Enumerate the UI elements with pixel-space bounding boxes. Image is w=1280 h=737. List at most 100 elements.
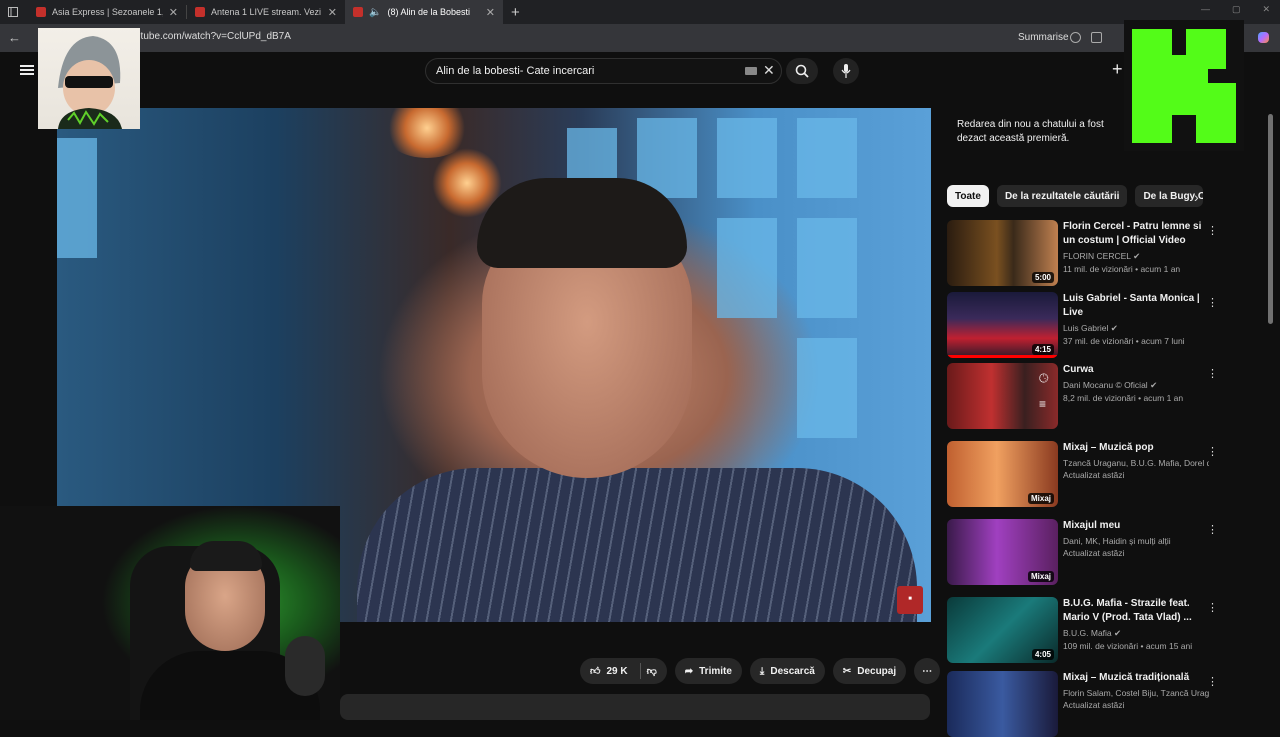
channel-name[interactable]: Tzancă Uraganu, B.U.G. Mafia, Dorel de l… bbox=[1063, 458, 1209, 468]
channel-name[interactable]: Luis Gabriel bbox=[1063, 323, 1108, 333]
view-info: 109 mil. de vizionări • acum 15 ani bbox=[1063, 641, 1193, 651]
view-info: Actualizat astăzi bbox=[1063, 548, 1125, 558]
page-scrollbar[interactable] bbox=[1268, 114, 1273, 324]
video-thumbnail[interactable]: 4:05 bbox=[947, 597, 1058, 663]
speaker-icon[interactable]: 🔈 bbox=[369, 7, 381, 18]
mix-thumbnail[interactable]: Mixaj bbox=[947, 519, 1058, 585]
more-actions-button[interactable]: ⋯ bbox=[914, 658, 941, 684]
verified-icon: ✔︎ bbox=[1114, 628, 1122, 638]
view-info: 8,2 mil. de vizionări • acum 1 an bbox=[1063, 393, 1184, 403]
more-vertical-icon[interactable]: ⋮ bbox=[1207, 296, 1218, 309]
more-vertical-icon[interactable]: ⋮ bbox=[1207, 445, 1218, 458]
video-title[interactable]: Curwa bbox=[1063, 363, 1209, 377]
voice-search-button[interactable] bbox=[833, 58, 859, 84]
video-subject-hair bbox=[477, 178, 687, 268]
description-box[interactable] bbox=[340, 694, 930, 720]
video-thumbnail[interactable]: 5:00 bbox=[947, 220, 1058, 286]
list-item[interactable]: 4:05 B.U.G. Mafia - Strazile feat. Mario… bbox=[947, 597, 1222, 663]
background-window bbox=[717, 118, 777, 198]
video-title[interactable]: Luis Gabriel - Santa Monica | Live bbox=[1063, 292, 1209, 320]
back-arrow-icon[interactable]: ← bbox=[8, 30, 21, 45]
youtube-favicon-icon bbox=[36, 7, 46, 17]
mix-badge: Mixaj bbox=[1027, 493, 1054, 504]
video-title[interactable]: Florin Cercel - Patru lemne si un costum… bbox=[1063, 220, 1209, 248]
watch-progress-bar bbox=[947, 355, 1058, 358]
search-button[interactable] bbox=[786, 58, 818, 84]
thumbs-down-icon[interactable]: 👎︎ bbox=[647, 665, 657, 677]
cartoon-avatar-icon bbox=[58, 36, 122, 129]
maximize-icon[interactable]: ▢ bbox=[1232, 4, 1241, 15]
list-item[interactable]: 🕓︎ ≡ Curwa Dani Mocanu © Oficial ✔︎ 8,2 … bbox=[947, 363, 1222, 429]
menu-icon[interactable] bbox=[20, 65, 34, 75]
kick-logo-overlay bbox=[1124, 20, 1244, 151]
streamer-hair bbox=[190, 541, 262, 571]
channel-name[interactable]: FLORIN CERCEL bbox=[1063, 251, 1131, 261]
like-button[interactable]: 👍︎ 29 K 👎︎ bbox=[580, 658, 667, 684]
video-subject-suit bbox=[357, 468, 917, 622]
new-tab-button[interactable]: + bbox=[511, 4, 520, 21]
close-tab-icon[interactable]: ✕ bbox=[169, 6, 178, 19]
streamer-webcam-overlay bbox=[0, 506, 340, 720]
search-input[interactable]: Alin de la bobesti- Cate incercari bbox=[425, 58, 782, 84]
chip-all[interactable]: Toate bbox=[947, 185, 989, 207]
clear-search-icon[interactable]: ✕ bbox=[763, 62, 775, 79]
thumbs-up-icon: 👍︎ bbox=[590, 666, 601, 677]
download-icon: ⤓ bbox=[759, 665, 765, 677]
video-title[interactable]: Mixajul meu bbox=[1063, 519, 1209, 533]
channel-name[interactable]: B.U.G. Mafia bbox=[1063, 628, 1112, 638]
split-screen-icon[interactable] bbox=[1091, 32, 1102, 43]
close-window-icon[interactable]: ✕ bbox=[1262, 4, 1270, 15]
channel-name[interactable]: Dani Mocanu © Oficial bbox=[1063, 380, 1148, 390]
video-thumbnail[interactable]: 4:15 bbox=[947, 292, 1058, 358]
mix-thumbnail[interactable]: Mixaj bbox=[947, 441, 1058, 507]
close-tab-icon[interactable]: ✕ bbox=[486, 6, 495, 19]
watch-later-icon[interactable]: 🕓︎ bbox=[1039, 371, 1049, 386]
tab-actions-button[interactable] bbox=[0, 0, 28, 24]
view-info: Actualizat astăzi bbox=[1063, 470, 1125, 480]
tab-asia-express[interactable]: Asia Express | Sezoanele 1, 2, 3, 4 ✕ bbox=[28, 0, 186, 24]
more-vertical-icon[interactable]: ⋮ bbox=[1207, 675, 1218, 688]
duration-badge: 4:15 bbox=[1031, 344, 1054, 355]
more-vertical-icon[interactable]: ⋮ bbox=[1207, 224, 1218, 237]
more-vertical-icon[interactable]: ⋮ bbox=[1207, 367, 1218, 380]
keyboard-icon[interactable] bbox=[745, 67, 757, 75]
share-icon: ➦ bbox=[684, 665, 694, 677]
add-to-queue-icon[interactable]: ≡ bbox=[1039, 397, 1046, 411]
background-window bbox=[797, 218, 857, 318]
mix-thumbnail[interactable] bbox=[947, 671, 1058, 737]
video-title[interactable]: Mixaj – Muzică tradițională bbox=[1063, 671, 1209, 685]
more-horizontal-icon: ⋯ bbox=[922, 665, 933, 677]
list-item[interactable]: Mixaj Mixajul meu Dani, MK, Haidin și mu… bbox=[947, 519, 1222, 585]
list-item[interactable]: Mixaj Mixaj – Muzică pop Tzancă Uraganu,… bbox=[947, 441, 1222, 507]
list-item[interactable]: 5:00 Florin Cercel - Patru lemne si un c… bbox=[947, 220, 1222, 286]
close-tab-icon[interactable]: ✕ bbox=[328, 6, 337, 19]
list-item[interactable]: 4:15 Luis Gabriel - Santa Monica | Live … bbox=[947, 292, 1222, 358]
tab-antena1[interactable]: Antena 1 LIVE stream. Vezi online ✕ bbox=[187, 0, 345, 24]
channel-name[interactable]: Florin Salam, Costel Biju, Tzancă Uragan… bbox=[1063, 688, 1209, 698]
channel-name[interactable]: Dani, MK, Haidin și mulți alții bbox=[1063, 536, 1209, 546]
share-button[interactable]: ➦ Trimite bbox=[674, 658, 742, 684]
chip-from-search[interactable]: De la rezultatele căutării bbox=[996, 185, 1128, 207]
url-field[interactable]: utube.com/watch?v=CclUPd_dB7A bbox=[135, 31, 291, 42]
create-icon[interactable]: + bbox=[1112, 59, 1123, 80]
summarise-button[interactable]: Summarise bbox=[1018, 32, 1069, 43]
microphone-prop bbox=[285, 636, 325, 696]
tab-title: Asia Express | Sezoanele 1, 2, 3, 4 bbox=[52, 7, 163, 17]
download-button[interactable]: ⤓ Descarcă bbox=[749, 658, 825, 684]
clip-button[interactable]: ✂ Decupaj bbox=[832, 658, 907, 684]
view-info: Actualizat astăzi bbox=[1063, 700, 1125, 710]
list-item[interactable]: Mixaj – Muzică tradițională Florin Salam… bbox=[947, 671, 1222, 737]
minimize-icon[interactable]: — bbox=[1201, 4, 1210, 15]
video-title[interactable]: B.U.G. Mafia - Strazile feat. Mario V (P… bbox=[1063, 597, 1209, 625]
chevron-right-icon[interactable]: › bbox=[1194, 189, 1199, 205]
video-title[interactable]: Mixaj – Muzică pop bbox=[1063, 441, 1209, 455]
copilot-icon[interactable] bbox=[1258, 32, 1269, 43]
streamer-avatar-overlay bbox=[38, 28, 140, 129]
tab-alin-de-la-bobesti[interactable]: 🔈 (8) Alin de la Bobesti ✕ bbox=[345, 0, 503, 24]
background-window bbox=[57, 138, 97, 258]
more-vertical-icon[interactable]: ⋮ bbox=[1207, 523, 1218, 536]
reader-icon[interactable] bbox=[1070, 32, 1081, 43]
window-controls: — ▢ ✕ bbox=[1201, 4, 1270, 15]
more-vertical-icon[interactable]: ⋮ bbox=[1207, 601, 1218, 614]
video-thumbnail[interactable]: 🕓︎ ≡ bbox=[947, 363, 1058, 429]
